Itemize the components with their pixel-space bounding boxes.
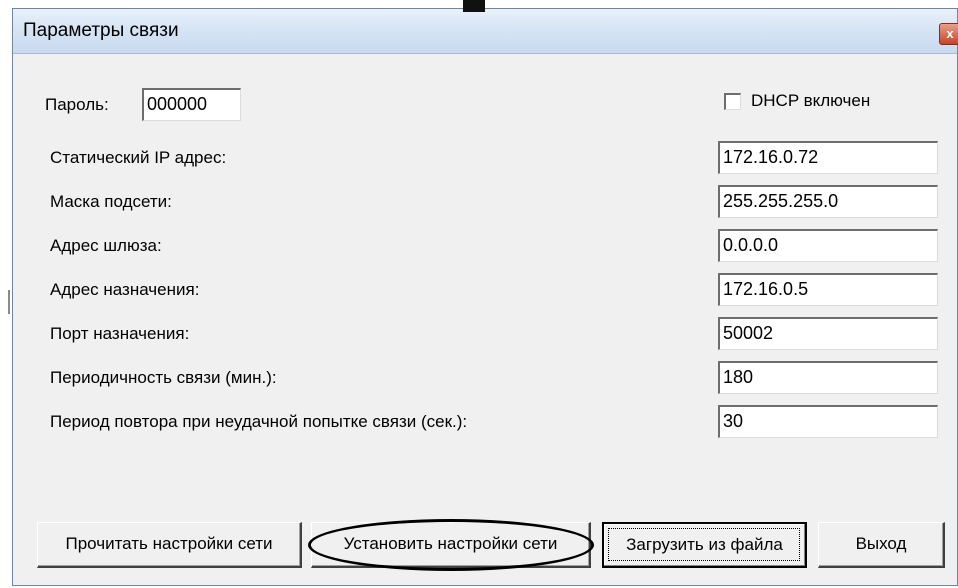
load-from-file-label: Загрузить из файла bbox=[626, 535, 783, 554]
title-bar[interactable]: Параметры связи x bbox=[13, 9, 958, 54]
network-settings-dialog: Параметры связи x Пароль: 000000 DHCP вк… bbox=[12, 8, 958, 586]
dhcp-label: DHCP включен bbox=[751, 91, 871, 110]
dhcp-checkbox[interactable] bbox=[724, 93, 741, 110]
password-label: Пароль: bbox=[45, 95, 109, 114]
window-edge-marker bbox=[8, 290, 10, 314]
destination-address-field[interactable]: 172.16.0.5 bbox=[718, 273, 938, 306]
gateway-label: Адрес шлюза: bbox=[50, 236, 162, 255]
dialog-body: Пароль: 000000 DHCP включен Статический … bbox=[13, 54, 957, 585]
destination-address-label: Адрес назначения: bbox=[50, 280, 200, 299]
top-edge-marker bbox=[463, 0, 485, 12]
destination-port-field[interactable]: 50002 bbox=[718, 317, 938, 350]
static-ip-label: Статический IP адрес: bbox=[50, 148, 227, 167]
load-from-file-button[interactable]: Загрузить из файла bbox=[602, 522, 807, 568]
subnet-mask-label: Маска подсети: bbox=[50, 192, 172, 211]
set-network-settings-button[interactable]: Установить настройки сети bbox=[311, 522, 591, 568]
gateway-field[interactable]: 0.0.0.0 bbox=[718, 229, 938, 262]
retry-period-label: Период повтора при неудачной попытке свя… bbox=[50, 412, 468, 431]
close-icon: x bbox=[946, 26, 954, 41]
exit-button[interactable]: Выход bbox=[818, 522, 945, 568]
retry-period-field[interactable]: 30 bbox=[718, 405, 938, 438]
static-ip-field[interactable]: 172.16.0.72 bbox=[718, 141, 938, 174]
connection-period-label: Периодичность связи (мин.): bbox=[50, 368, 277, 387]
window-title: Параметры связи bbox=[23, 20, 179, 41]
password-field[interactable]: 000000 bbox=[142, 88, 241, 121]
subnet-mask-field[interactable]: 255.255.255.0 bbox=[718, 185, 938, 218]
close-button[interactable]: x bbox=[939, 23, 958, 45]
connection-period-field[interactable]: 180 bbox=[718, 361, 938, 394]
read-network-settings-button[interactable]: Прочитать настройки сети bbox=[37, 522, 302, 568]
destination-port-label: Порт назначения: bbox=[50, 324, 190, 343]
